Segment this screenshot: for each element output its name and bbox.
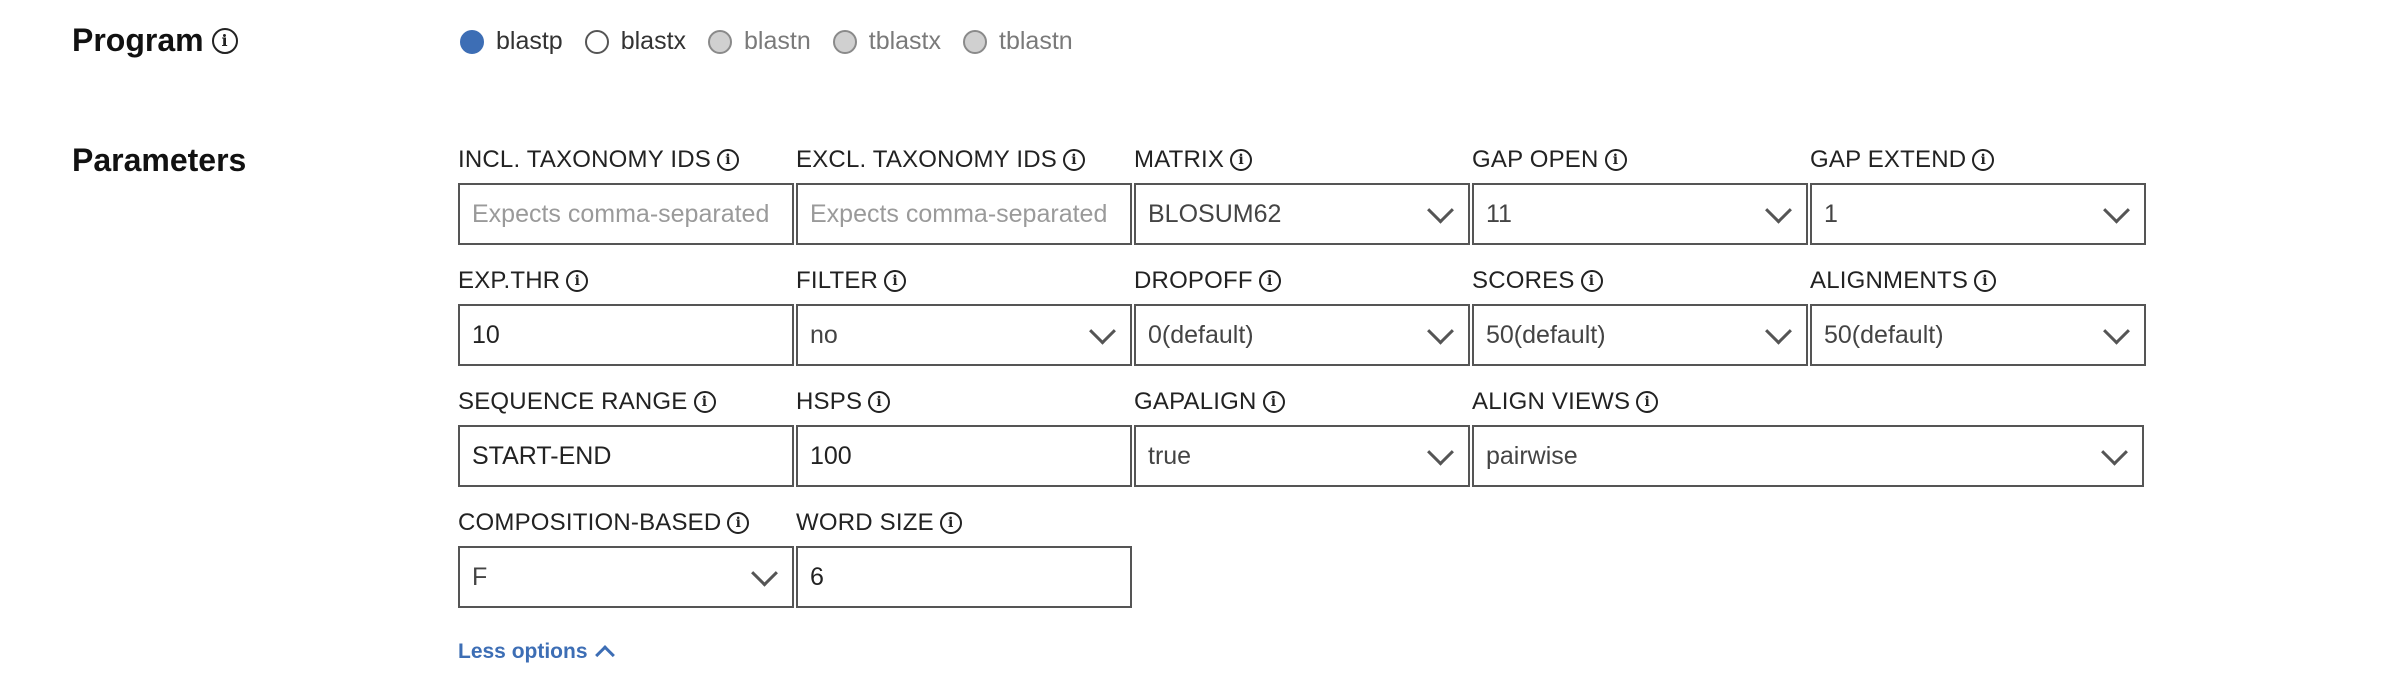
word-size-input[interactable]: 6	[796, 546, 1132, 608]
matrix-select[interactable]: BLOSUM62	[1134, 183, 1470, 245]
info-icon[interactable]: i	[1262, 391, 1285, 413]
program-radio-group: blastp blastx blastn tblastx tblastn	[460, 27, 1095, 56]
exp-thr-field: EXP.THR i 10	[458, 266, 794, 366]
chevron-down-icon	[1427, 196, 1454, 224]
alignments-label: ALIGNMENTS	[1810, 267, 1969, 294]
filter-field: FILTER i no	[796, 266, 1132, 366]
sequence-range-input[interactable]: START-END	[458, 425, 794, 487]
chevron-down-icon	[1089, 317, 1116, 345]
incl-taxonomy-input[interactable]: Expects comma-separated	[458, 183, 794, 245]
info-icon[interactable]: i	[727, 512, 750, 534]
filter-select[interactable]: no	[796, 304, 1132, 366]
word-size-field: WORD SIZE i 6	[796, 508, 1132, 608]
hsps-field: HSPS i 100	[796, 387, 1132, 487]
chevron-down-icon	[2101, 438, 2128, 466]
info-icon[interactable]: i	[211, 27, 238, 54]
chevron-up-icon	[594, 645, 615, 665]
radio-circle-selected[interactable]	[460, 29, 484, 54]
radio-blastx[interactable]: blastx	[584, 27, 686, 56]
chevron-down-icon	[2103, 196, 2130, 224]
info-icon[interactable]: i	[1604, 149, 1627, 171]
radio-tblastn: tblastn	[963, 27, 1073, 56]
info-icon[interactable]: i	[1580, 270, 1603, 292]
chevron-down-icon	[1765, 196, 1792, 224]
gap-extend-field: GAP EXTEND i 1	[1810, 145, 2146, 245]
filter-label: FILTER	[796, 267, 879, 294]
hsps-label: HSPS	[796, 388, 863, 415]
dropoff-field: DROPOFF i 0(default)	[1134, 266, 1470, 366]
info-icon[interactable]: i	[566, 270, 589, 292]
align-views-label: ALIGN VIEWS	[1472, 388, 1631, 415]
dropoff-label: DROPOFF	[1134, 267, 1253, 294]
info-icon[interactable]: i	[1230, 149, 1253, 171]
gapalign-label: GAPALIGN	[1134, 388, 1257, 415]
info-icon[interactable]: i	[693, 391, 716, 413]
incl-taxonomy-field: INCL. TAXONOMY IDS i Expects comma-separ…	[458, 145, 794, 245]
gap-extend-select[interactable]: 1	[1810, 183, 2146, 245]
excl-taxonomy-input[interactable]: Expects comma-separated	[796, 183, 1132, 245]
align-views-select[interactable]: pairwise	[1472, 425, 2144, 487]
info-icon[interactable]: i	[1063, 149, 1086, 171]
gap-extend-label: GAP EXTEND	[1810, 146, 1967, 173]
info-icon[interactable]: i	[939, 512, 962, 534]
gap-open-select[interactable]: 11	[1472, 183, 1808, 245]
info-icon[interactable]: i	[884, 270, 907, 292]
align-views-field: ALIGN VIEWS i pairwise	[1472, 387, 2144, 487]
alignments-field: ALIGNMENTS i 50(default)	[1810, 266, 2146, 366]
gapalign-field: GAPALIGN i true	[1134, 387, 1470, 487]
radio-blastp[interactable]: blastp	[460, 27, 563, 56]
gap-open-label: GAP OPEN	[1472, 146, 1599, 173]
word-size-label: WORD SIZE	[796, 509, 934, 536]
less-options-link[interactable]: Less options	[458, 640, 615, 665]
matrix-field: MATRIX i BLOSUM62	[1134, 145, 1470, 245]
info-icon[interactable]: i	[1258, 270, 1281, 292]
chevron-down-icon	[1427, 317, 1454, 345]
scores-label: SCORES	[1472, 267, 1575, 294]
composition-based-label: COMPOSITION-BASED	[458, 509, 722, 536]
chevron-down-icon	[1765, 317, 1792, 345]
composition-based-field: COMPOSITION-BASED i F	[458, 508, 794, 608]
radio-blastn: blastn	[708, 27, 811, 56]
composition-based-select[interactable]: F	[458, 546, 794, 608]
scores-select[interactable]: 50(default)	[1472, 304, 1808, 366]
radio-tblastx: tblastx	[832, 27, 941, 56]
alignments-select[interactable]: 50(default)	[1810, 304, 2146, 366]
hsps-input[interactable]: 100	[796, 425, 1132, 487]
radio-circle-disabled	[708, 29, 733, 54]
chevron-down-icon	[2103, 317, 2130, 345]
gap-open-field: GAP OPEN i 11	[1472, 145, 1808, 245]
program-title: Program i	[72, 22, 238, 59]
radio-circle-disabled	[832, 29, 857, 54]
chevron-down-icon	[751, 559, 778, 587]
incl-taxonomy-label: INCL. TAXONOMY IDS	[458, 146, 711, 173]
sequence-range-field: SEQUENCE RANGE i START-END	[458, 387, 794, 487]
exp-thr-label: EXP.THR	[458, 267, 561, 294]
info-icon[interactable]: i	[1972, 149, 1995, 171]
parameters-title: Parameters	[72, 142, 247, 178]
info-icon[interactable]: i	[868, 391, 891, 413]
chevron-down-icon	[1427, 438, 1454, 466]
excl-taxonomy-field: EXCL. TAXONOMY IDS i Expects comma-separ…	[796, 145, 1132, 245]
sequence-range-label: SEQUENCE RANGE	[458, 388, 688, 415]
scores-field: SCORES i 50(default)	[1472, 266, 1808, 366]
info-icon[interactable]: i	[1974, 270, 1997, 292]
info-icon[interactable]: i	[1636, 391, 1659, 413]
dropoff-select[interactable]: 0(default)	[1134, 304, 1470, 366]
exp-thr-input[interactable]: 10	[458, 304, 794, 366]
radio-circle-disabled	[963, 29, 988, 54]
excl-taxonomy-label: EXCL. TAXONOMY IDS	[796, 146, 1058, 173]
radio-circle[interactable]	[584, 29, 609, 54]
gapalign-select[interactable]: true	[1134, 425, 1470, 487]
info-icon[interactable]: i	[717, 149, 739, 171]
matrix-label: MATRIX	[1134, 146, 1225, 173]
